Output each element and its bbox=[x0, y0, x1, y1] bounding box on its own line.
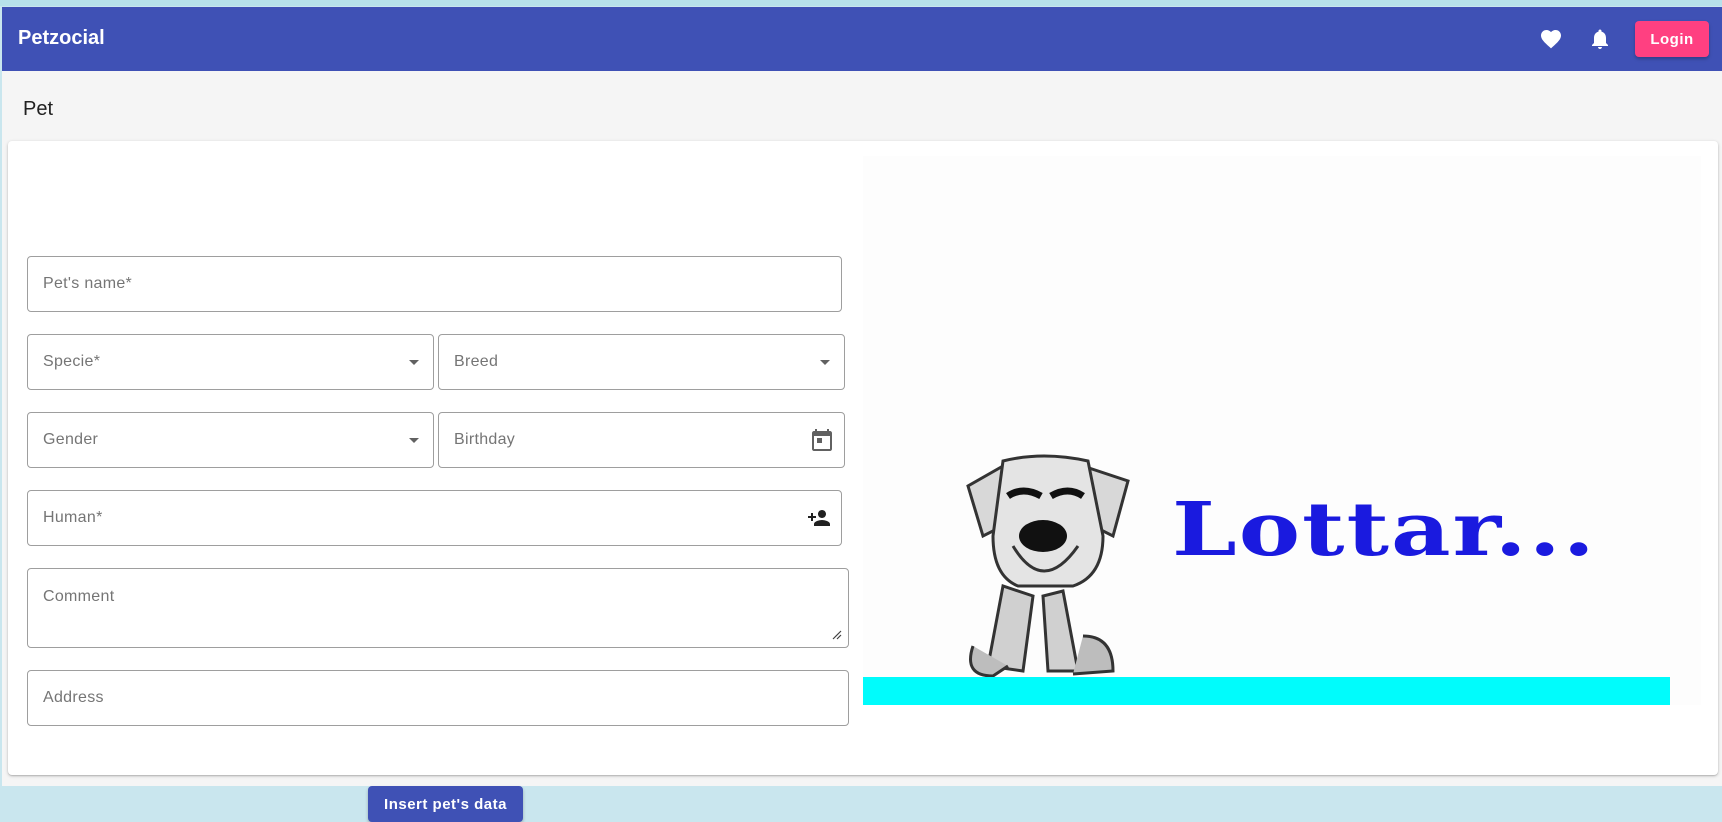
app-title[interactable]: Petzocial bbox=[18, 27, 105, 50]
birthday-field[interactable]: Birthday bbox=[438, 412, 845, 468]
pet-image: Lottar... bbox=[863, 156, 1701, 705]
heart-icon[interactable] bbox=[1539, 27, 1563, 51]
insert-pet-button[interactable]: Insert pet's data bbox=[368, 786, 523, 822]
dog-illustration bbox=[966, 454, 1130, 678]
chevron-down-icon bbox=[409, 438, 419, 443]
cyan-ground-bar bbox=[863, 677, 1670, 705]
address-field[interactable]: Address bbox=[27, 670, 849, 726]
breed-select[interactable]: Breed bbox=[438, 334, 845, 390]
calendar-icon[interactable] bbox=[810, 428, 834, 452]
resize-handle-icon[interactable] bbox=[830, 627, 842, 640]
pet-name-field[interactable]: Pet's name* bbox=[27, 256, 842, 312]
bell-icon[interactable] bbox=[1588, 27, 1612, 51]
pet-name-placeholder: Pet's name* bbox=[43, 275, 133, 292]
chevron-down-icon bbox=[820, 360, 830, 365]
logo-text: Lottar... bbox=[1172, 486, 1597, 573]
page-title: Pet bbox=[23, 98, 54, 120]
gender-select[interactable]: Gender bbox=[27, 412, 434, 468]
address-placeholder: Address bbox=[43, 689, 104, 706]
window-top-strip bbox=[0, 0, 1722, 6]
specie-select[interactable]: Specie* bbox=[27, 334, 434, 390]
gender-placeholder: Gender bbox=[43, 431, 99, 448]
comment-placeholder: Comment bbox=[43, 588, 115, 605]
breed-placeholder: Breed bbox=[454, 353, 499, 370]
human-field[interactable]: Human* bbox=[27, 490, 842, 546]
login-button[interactable]: Login bbox=[1635, 21, 1709, 57]
comment-textarea[interactable]: Comment bbox=[27, 568, 849, 648]
person-add-icon[interactable] bbox=[807, 506, 831, 530]
birthday-placeholder: Birthday bbox=[454, 431, 516, 448]
app-bar: Petzocial Login bbox=[2, 7, 1722, 71]
chevron-down-icon bbox=[409, 360, 419, 365]
human-placeholder: Human* bbox=[43, 509, 103, 526]
specie-placeholder: Specie* bbox=[43, 353, 101, 370]
